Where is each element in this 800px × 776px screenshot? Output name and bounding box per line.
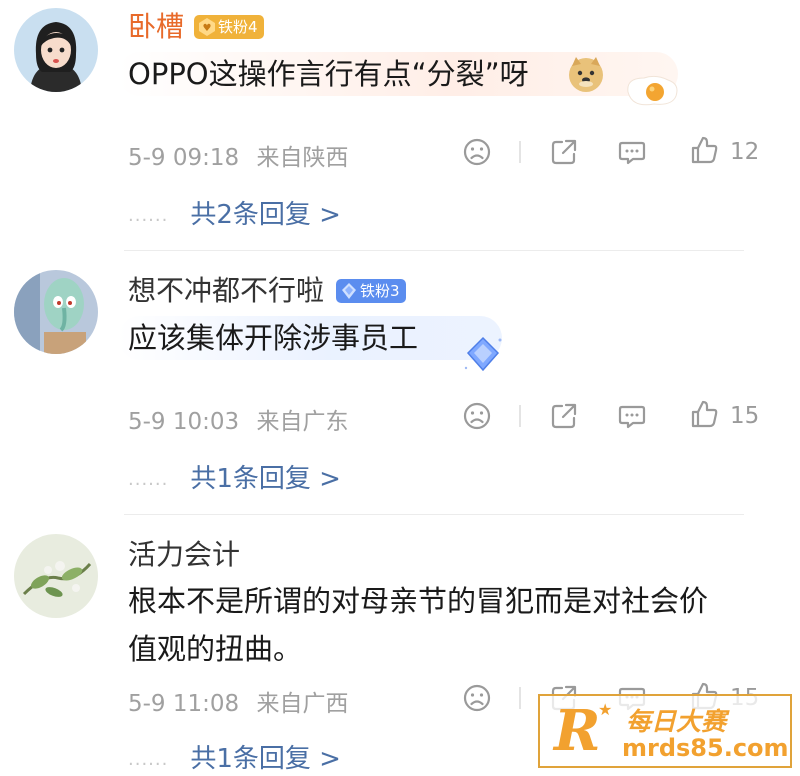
fan-level-icon [339,281,359,301]
timestamp: 5-9 09:18 [128,145,240,171]
doge-emoji-icon [566,54,606,94]
egg-sticker-icon [622,72,682,110]
replies-label[interactable]: 共1条回复 > [190,744,341,774]
reply-thread-dots: ...... [128,469,169,490]
comment-meta: 5-9 11:08 来自广西 [128,684,348,718]
badge-label: 铁粉4 [218,18,258,36]
sad-face-icon[interactable] [461,682,493,714]
site-watermark: R ★ 每日大赛 mrds85.com [538,694,792,768]
share-icon[interactable] [548,136,580,168]
action-divider [519,687,521,709]
watermark-name: 每日大赛 [626,707,727,736]
fan-level-icon: ♥ [197,17,217,37]
sad-face-icon[interactable] [461,400,493,432]
watermark-url: mrds85.com [622,734,789,762]
badge-label: 铁粉3 [360,282,400,300]
avatar[interactable] [14,8,98,92]
comment-icon[interactable] [616,400,648,432]
location: 来自陕西 [256,145,349,171]
share-icon[interactable] [548,400,580,432]
comment-text-line-2: 值观的扭曲。 [128,632,303,666]
fan-badge: 铁粉3 [336,279,406,303]
thumbs-up-icon[interactable] [688,398,720,430]
comment-separator [124,250,744,251]
location: 来自广东 [256,409,349,435]
diamond-sticker-icon [460,332,506,378]
timestamp: 5-9 11:08 [128,691,240,717]
view-replies-link[interactable]: ...... 共2条回复 > [128,194,341,231]
watermark-logo: R [554,698,601,764]
reply-thread-dots: ...... [128,749,169,770]
replies-label[interactable]: 共1条回复 > [190,464,341,494]
comment-text-line-1: 根本不是所谓的对母亲节的冒犯而是对社会价 [128,584,709,618]
avatar[interactable] [14,270,98,354]
comment-icon[interactable] [616,136,648,168]
like-count: 15 [730,403,760,429]
comment-meta: 5-9 09:18 来自陕西 [128,138,348,172]
fan-badge: ♥ 铁粉4 [194,15,264,39]
comment-text: 应该集体开除涉事员工 [128,321,419,355]
comment-meta: 5-9 10:03 来自广东 [128,402,348,436]
action-divider [519,141,521,163]
star-icon: ★ [598,700,613,719]
avatar[interactable] [14,534,98,618]
sad-face-icon[interactable] [461,136,493,168]
username[interactable]: 活力会计 [128,538,240,572]
reply-thread-dots: ...... [128,205,169,226]
comment-text: OPPO这操作言行有点“分裂”呀 [128,57,529,91]
view-replies-link[interactable]: ...... 共1条回复 > [128,458,341,495]
like-count: 12 [730,139,760,165]
replies-label[interactable]: 共2条回复 > [190,200,341,230]
username[interactable]: 卧槽 [128,10,184,44]
thumbs-up-icon[interactable] [688,134,720,166]
comment-1: 卧槽 ♥ 铁粉4 OPPO这操作言行有点“分裂”呀 5-9 09:18 来自陕西… [0,0,800,250]
comment-separator [124,514,744,515]
svg-text:♥: ♥ [203,23,212,34]
view-replies-link[interactable]: ...... 共1条回复 > [128,738,341,775]
timestamp: 5-9 10:03 [128,409,240,435]
action-divider [519,405,521,427]
location: 来自广西 [256,691,349,717]
username[interactable]: 想不冲都不行啦 [128,274,324,308]
comment-2: 想不冲都不行啦 铁粉3 应该集体开除涉事员工 5-9 10:03 来自广东 15… [0,260,800,510]
